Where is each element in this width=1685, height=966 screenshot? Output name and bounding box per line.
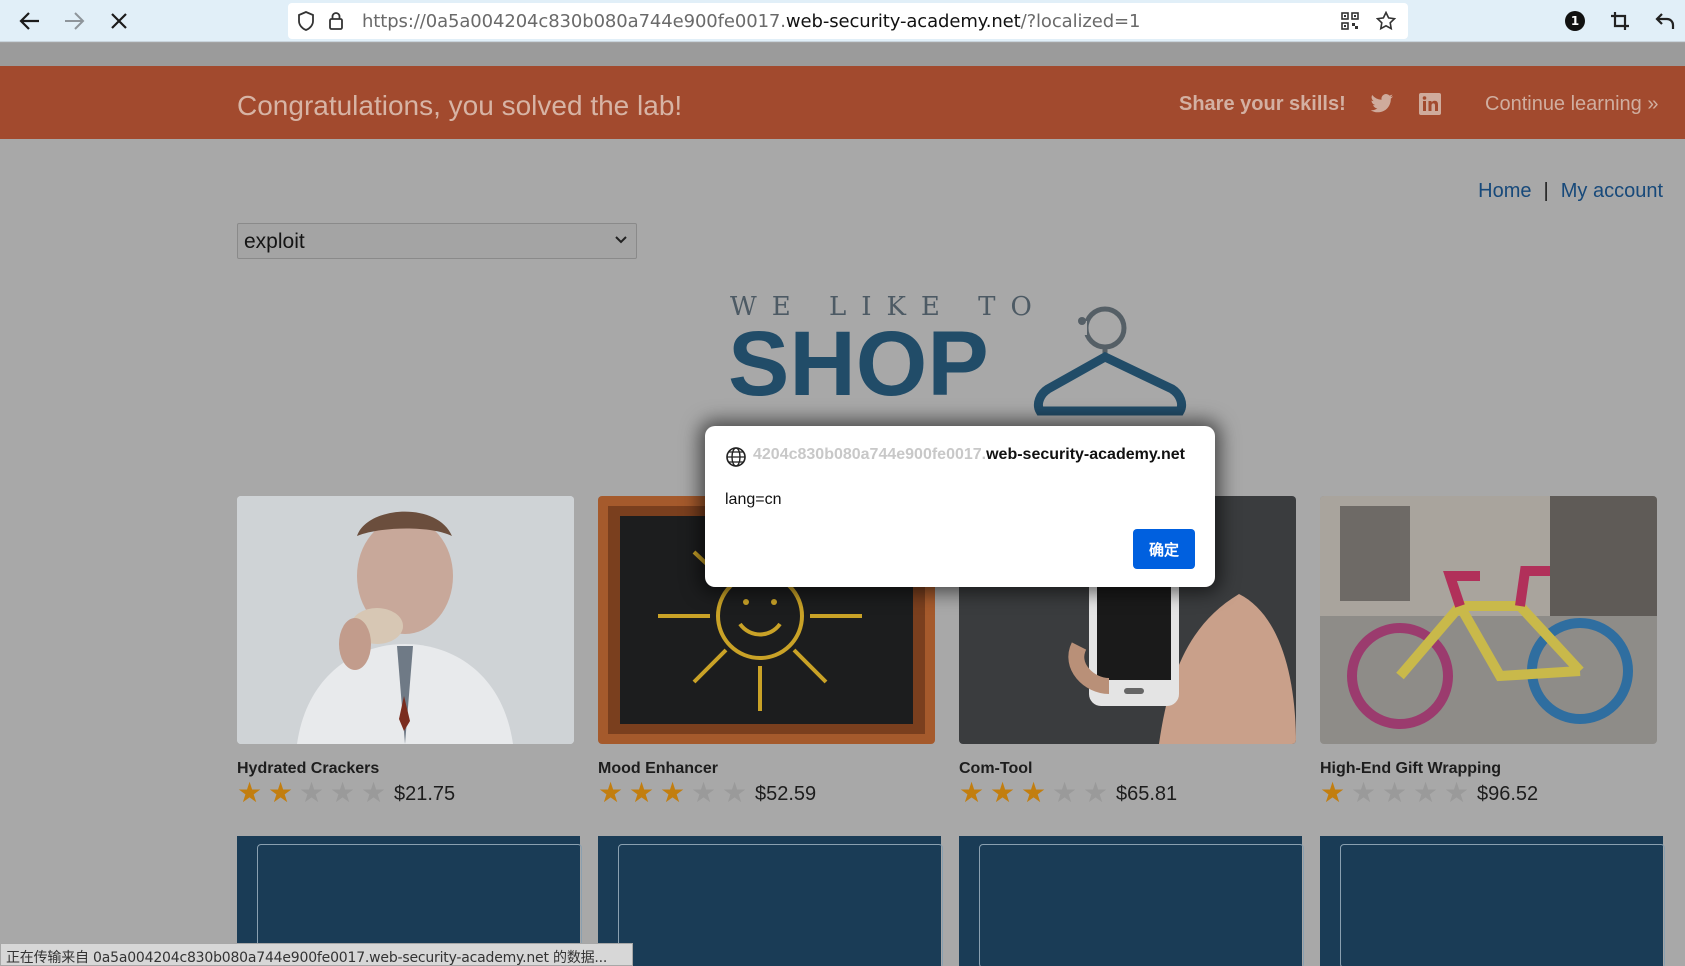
product-rating: ★ ★ ★ ★ ★ [1320,778,1475,808]
header-nav: Home | My account [1478,180,1663,203]
star-empty-icon: ★ [1444,776,1470,809]
view-details-button[interactable] [959,836,1304,966]
undo-button[interactable] [1652,8,1678,34]
star-empty-icon: ★ [1413,776,1439,809]
product-rating: ★ ★ ★ ★ ★ [237,778,392,808]
product-rating: ★ ★ ★ ★ ★ [598,778,753,808]
bookmark-star-icon[interactable] [1376,11,1396,31]
view-details-frame [618,844,943,966]
extension-badge: 1 [1565,11,1585,31]
crop-icon [1611,12,1629,30]
star-empty-icon: ★ [1052,776,1078,809]
logo-main-text: SHOP [728,313,989,415]
star-empty-icon: ★ [1382,776,1408,809]
language-select[interactable]: exploit [237,223,637,259]
close-icon [111,13,127,29]
continue-learning-link[interactable]: Continue learning » [1485,93,1658,116]
arrow-right-icon [65,12,85,30]
dialog-origin: 4204c830b080a744e900fe0017.web-security-… [753,446,1185,464]
status-bar: 正在传输来自 0a5a004204c830b080a744e900fe0017.… [0,943,633,966]
star-filled-icon: ★ [598,776,624,809]
product-price: $52.59 [755,783,817,805]
star-filled-icon: ★ [990,776,1016,809]
product-price: $65.81 [1116,783,1178,805]
chevron-down-icon [615,236,627,244]
stop-button[interactable] [103,6,135,36]
dialog-origin-faded: 4204c830b080a744e900fe0017. [753,446,987,463]
star-empty-icon: ★ [1083,776,1109,809]
url-prefix: https://0a5a004204c830b080a744e900fe0017… [362,11,786,32]
ok-button[interactable]: 确定 [1133,529,1195,569]
tracking-shield-icon[interactable] [296,11,316,31]
star-empty-icon: ★ [361,776,387,809]
product-image[interactable] [237,496,574,744]
forward-button[interactable] [58,6,90,36]
star-filled-icon: ★ [1320,776,1346,809]
url-text[interactable]: https://0a5a004204c830b080a744e900fe0017… [362,11,1140,32]
banner-title: Congratulations, you solved the lab! [237,90,683,121]
product-card: High-End Gift Wrapping ★ ★ ★ ★ ★ $96.52 [1320,496,1657,808]
double-chevron-right-icon: » [1647,93,1659,115]
star-filled-icon: ★ [1021,776,1047,809]
product-card: Hydrated Crackers ★ ★ ★ ★ ★ $21.75 [237,496,574,808]
star-empty-icon: ★ [1351,776,1377,809]
star-empty-icon: ★ [722,776,748,809]
alert-dialog: 4204c830b080a744e900fe0017.web-security-… [705,426,1215,587]
top-strip [0,43,1685,66]
star-filled-icon: ★ [660,776,686,809]
back-button[interactable] [14,6,46,36]
url-domain: web-security-academy.net [785,11,1021,32]
star-empty-icon: ★ [299,776,325,809]
undo-icon [1655,13,1675,29]
hanger-icon [1033,306,1187,416]
home-link[interactable]: Home [1478,180,1531,202]
extension-button[interactable]: 1 [1562,8,1588,34]
view-details-frame [979,844,1304,966]
view-details-frame [1340,844,1665,966]
star-empty-icon: ★ [330,776,356,809]
screenshot-button[interactable] [1607,8,1633,34]
language-select-value: exploit [244,230,305,253]
twitter-share-icon[interactable] [1369,91,1395,117]
my-account-link[interactable]: My account [1561,180,1663,202]
star-empty-icon: ★ [691,776,717,809]
qr-code-icon[interactable] [1340,11,1360,31]
star-filled-icon: ★ [629,776,655,809]
share-label: Share your skills! [1179,93,1346,115]
product-image[interactable] [1320,496,1657,744]
product-name: High-End Gift Wrapping [1320,760,1502,777]
url-suffix: /?localized=1 [1020,11,1141,32]
product-rating: ★ ★ ★ ★ ★ [959,778,1114,808]
view-details-button[interactable] [1320,836,1665,966]
solved-banner: Congratulations, you solved the lab! Sha… [0,66,1685,139]
nav-separator: | [1543,180,1549,202]
globe-icon [726,447,746,467]
dialog-origin-domain: web-security-academy.net [986,446,1185,463]
continue-learning-label: Continue learning [1485,93,1642,115]
star-filled-icon: ★ [959,776,985,809]
product-price: $21.75 [394,783,456,805]
linkedin-share-icon[interactable] [1417,91,1443,117]
address-bar[interactable]: https://0a5a004204c830b080a744e900fe0017… [288,3,1408,39]
arrow-left-icon [19,12,39,30]
view-details-button[interactable] [598,836,943,966]
product-price: $96.52 [1477,783,1539,805]
star-filled-icon: ★ [237,776,263,809]
browser-toolbar: https://0a5a004204c830b080a744e900fe0017… [0,0,1685,42]
dialog-message: lang=cn [725,491,782,508]
lock-icon[interactable] [326,11,346,31]
star-filled-icon: ★ [268,776,294,809]
